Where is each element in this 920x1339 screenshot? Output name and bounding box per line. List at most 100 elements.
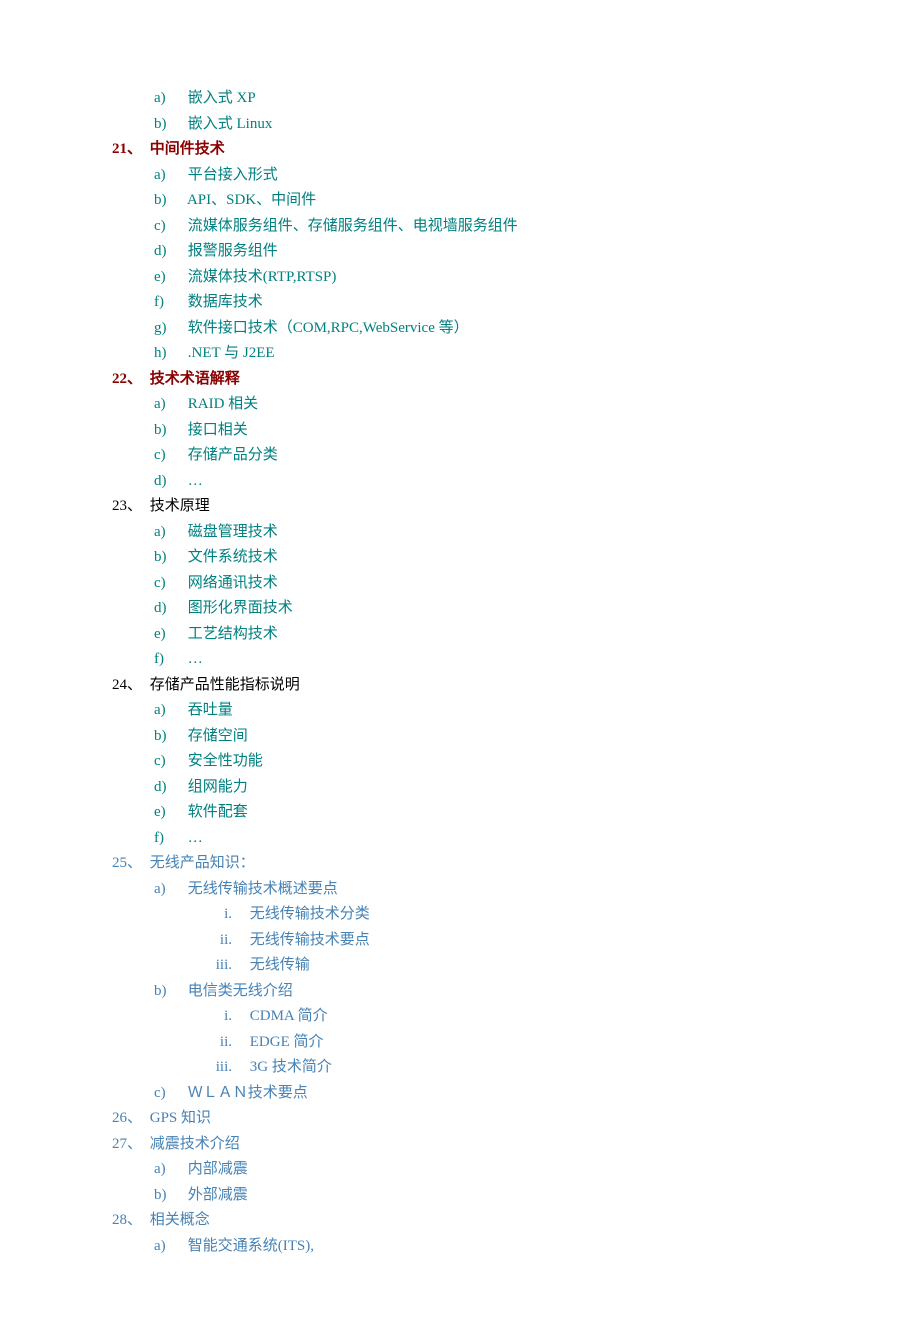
item-number: a) xyxy=(154,877,184,903)
item-text: 接口相关 xyxy=(188,422,248,438)
item-text: 嵌入式 XP xyxy=(188,90,256,106)
outline-item: e) 软件配套 xyxy=(154,800,880,826)
outline-item: a) 吞吐量 xyxy=(154,698,880,724)
outline-item: ii. 无线传输技术要点 xyxy=(196,928,880,954)
item-number: 23、 xyxy=(112,494,146,520)
item-text: 嵌入式 Linux xyxy=(188,116,273,132)
item-text: API、SDK、中间件 xyxy=(187,192,316,208)
item-text: 无线产品知识： xyxy=(150,855,255,871)
outline-item: a) 智能交通系统(ITS), xyxy=(154,1234,880,1260)
item-number: b) xyxy=(154,112,184,138)
outline-item: iii. 无线传输 xyxy=(196,953,880,979)
item-text: 数据库技术 xyxy=(188,294,263,310)
outline-item: 24、 存储产品性能指标说明 xyxy=(112,673,880,699)
item-number: c) xyxy=(154,571,184,597)
outline-item: 28、 相关概念 xyxy=(112,1208,880,1234)
item-number: 28、 xyxy=(112,1208,146,1234)
item-text: GPS 知识 xyxy=(150,1110,211,1126)
outline-item: e) 流媒体技术(RTP,RTSP) xyxy=(154,265,880,291)
item-text: CDMA 简介 xyxy=(250,1008,328,1024)
item-number: b) xyxy=(154,545,184,571)
item-text: 安全性功能 xyxy=(188,753,263,769)
item-text: 存储产品性能指标说明 xyxy=(150,677,300,693)
item-text: RAID 相关 xyxy=(188,396,258,412)
outline-item: b) API、SDK、中间件 xyxy=(154,188,880,214)
outline-item: e) 工艺结构技术 xyxy=(154,622,880,648)
outline-item: c) 流媒体服务组件、存储服务组件、电视墙服务组件 xyxy=(154,214,880,240)
item-number: e) xyxy=(154,265,184,291)
item-number: b) xyxy=(154,1183,184,1209)
item-number: i. xyxy=(196,902,232,928)
outline-item: 22、 技术术语解释 xyxy=(112,367,880,393)
item-text: 技术原理 xyxy=(150,498,210,514)
item-text: 流媒体技术(RTP,RTSP) xyxy=(188,269,337,285)
item-number: a) xyxy=(154,520,184,546)
outline-item: b) 文件系统技术 xyxy=(154,545,880,571)
outline-item: a) 嵌入式 XP xyxy=(154,86,880,112)
outline-item: b) 接口相关 xyxy=(154,418,880,444)
item-number: a) xyxy=(154,1157,184,1183)
item-number: 27、 xyxy=(112,1132,146,1158)
item-text: ＷＬＡＮ技术要点 xyxy=(188,1085,308,1101)
item-number: a) xyxy=(154,1234,184,1260)
item-number: d) xyxy=(154,775,184,801)
item-text: 技术术语解释 xyxy=(150,371,240,387)
item-number: b) xyxy=(154,724,184,750)
item-text: 无线传输技术分类 xyxy=(250,906,370,922)
item-number: 26、 xyxy=(112,1106,146,1132)
item-number: ii. xyxy=(196,1030,232,1056)
outline-item: d) 图形化界面技术 xyxy=(154,596,880,622)
outline-item: 21、 中间件技术 xyxy=(112,137,880,163)
outline-item: d) … xyxy=(154,469,880,495)
item-number: b) xyxy=(154,418,184,444)
item-text: 工艺结构技术 xyxy=(188,626,278,642)
item-number: 24、 xyxy=(112,673,146,699)
outline-item: a) 无线传输技术概述要点 xyxy=(154,877,880,903)
item-text: 无线传输技术概述要点 xyxy=(188,881,338,897)
item-number: iii. xyxy=(196,953,232,979)
item-number: a) xyxy=(154,392,184,418)
outline-item: b) 存储空间 xyxy=(154,724,880,750)
item-number: d) xyxy=(154,596,184,622)
item-text: 3G 技术简介 xyxy=(250,1059,332,1075)
item-text: 吞吐量 xyxy=(188,702,233,718)
item-text: 报警服务组件 xyxy=(188,243,278,259)
item-number: c) xyxy=(154,749,184,775)
outline-item: a) RAID 相关 xyxy=(154,392,880,418)
outline-item: 23、 技术原理 xyxy=(112,494,880,520)
outline-item: c) 存储产品分类 xyxy=(154,443,880,469)
item-text: … xyxy=(188,651,203,667)
item-text: 软件配套 xyxy=(188,804,248,820)
item-text: .NET 与 J2EE xyxy=(188,345,275,361)
item-number: f) xyxy=(154,826,184,852)
outline-item: 26、 GPS 知识 xyxy=(112,1106,880,1132)
outline-item: f) … xyxy=(154,647,880,673)
item-number: b) xyxy=(154,979,184,1005)
item-text: 流媒体服务组件、存储服务组件、电视墙服务组件 xyxy=(188,218,518,234)
item-number: f) xyxy=(154,647,184,673)
item-number: g) xyxy=(154,316,184,342)
outline-item: c) ＷＬＡＮ技术要点 xyxy=(154,1081,880,1107)
item-number: e) xyxy=(154,800,184,826)
item-text: 文件系统技术 xyxy=(188,549,278,565)
outline-item: i. 无线传输技术分类 xyxy=(196,902,880,928)
outline-item: i. CDMA 简介 xyxy=(196,1004,880,1030)
item-text: 减震技术介绍 xyxy=(150,1136,240,1152)
item-text: 外部减震 xyxy=(188,1187,248,1203)
item-text: … xyxy=(188,473,203,489)
outline-item: d) 报警服务组件 xyxy=(154,239,880,265)
item-text: 内部减震 xyxy=(188,1161,248,1177)
outline-item: h) .NET 与 J2EE xyxy=(154,341,880,367)
outline-item: b) 外部减震 xyxy=(154,1183,880,1209)
item-text: 平台接入形式 xyxy=(188,167,278,183)
item-text: 电信类无线介绍 xyxy=(188,983,293,999)
item-number: c) xyxy=(154,214,184,240)
item-number: i. xyxy=(196,1004,232,1030)
item-number: e) xyxy=(154,622,184,648)
item-number: f) xyxy=(154,290,184,316)
outline-item: 25、 无线产品知识： xyxy=(112,851,880,877)
item-text: 软件接口技术（COM,RPC,WebService 等） xyxy=(188,320,469,336)
outline-item: 27、 减震技术介绍 xyxy=(112,1132,880,1158)
item-number: a) xyxy=(154,86,184,112)
item-text: EDGE 简介 xyxy=(250,1034,324,1050)
